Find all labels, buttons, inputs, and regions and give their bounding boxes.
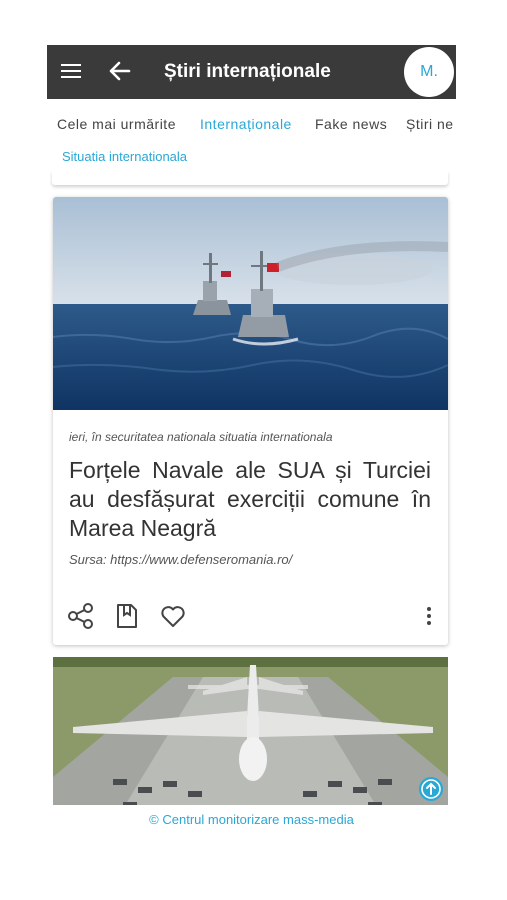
previous-card-bottom (52, 171, 448, 185)
app-bar: Știri internaționale M. (47, 45, 456, 99)
article-card-2[interactable] (53, 657, 448, 805)
subtab-situatia-internationala[interactable]: Situatia internationala (62, 149, 187, 164)
avatar[interactable]: M. (404, 47, 454, 97)
news-feed[interactable]: ieri, în securitatea nationala situatia … (47, 171, 456, 805)
tab-stiri-ne[interactable]: Știri ne (406, 116, 454, 132)
tab-fake-news[interactable]: Fake news (315, 116, 387, 132)
category-tabs: Cele mai urmărite Internaționale Fake ne… (47, 99, 456, 147)
share-icon[interactable] (67, 602, 95, 630)
tab-most-followed[interactable]: Cele mai urmărite (57, 116, 176, 132)
article-source[interactable]: Sursa: https://www.defenseromania.ro/ (69, 552, 292, 567)
app-screen: Știri internaționale M. Cele mai urmărit… (47, 45, 456, 835)
article-headline[interactable]: Forțele Navale ale SUA și Turciei au des… (69, 456, 431, 543)
tab-international[interactable]: Internaționale (200, 116, 292, 132)
warships-photo[interactable] (53, 197, 448, 410)
footer-credit: © Centrul monitorizare mass-media (149, 812, 354, 827)
back-arrow-icon[interactable] (107, 57, 133, 85)
menu-icon[interactable] (61, 61, 81, 83)
bookmark-icon[interactable] (113, 602, 141, 630)
heart-icon[interactable] (159, 602, 187, 630)
bomber-aircraft-photo[interactable] (53, 657, 448, 805)
page-title: Știri internaționale (164, 61, 331, 82)
article-meta: ieri, în securitatea nationala situatia … (69, 430, 333, 444)
more-vert-icon[interactable] (415, 602, 443, 630)
arrow-up-icon (421, 779, 441, 799)
article-card[interactable]: ieri, în securitatea nationala situatia … (53, 197, 448, 645)
scroll-to-top-button[interactable] (419, 777, 443, 801)
